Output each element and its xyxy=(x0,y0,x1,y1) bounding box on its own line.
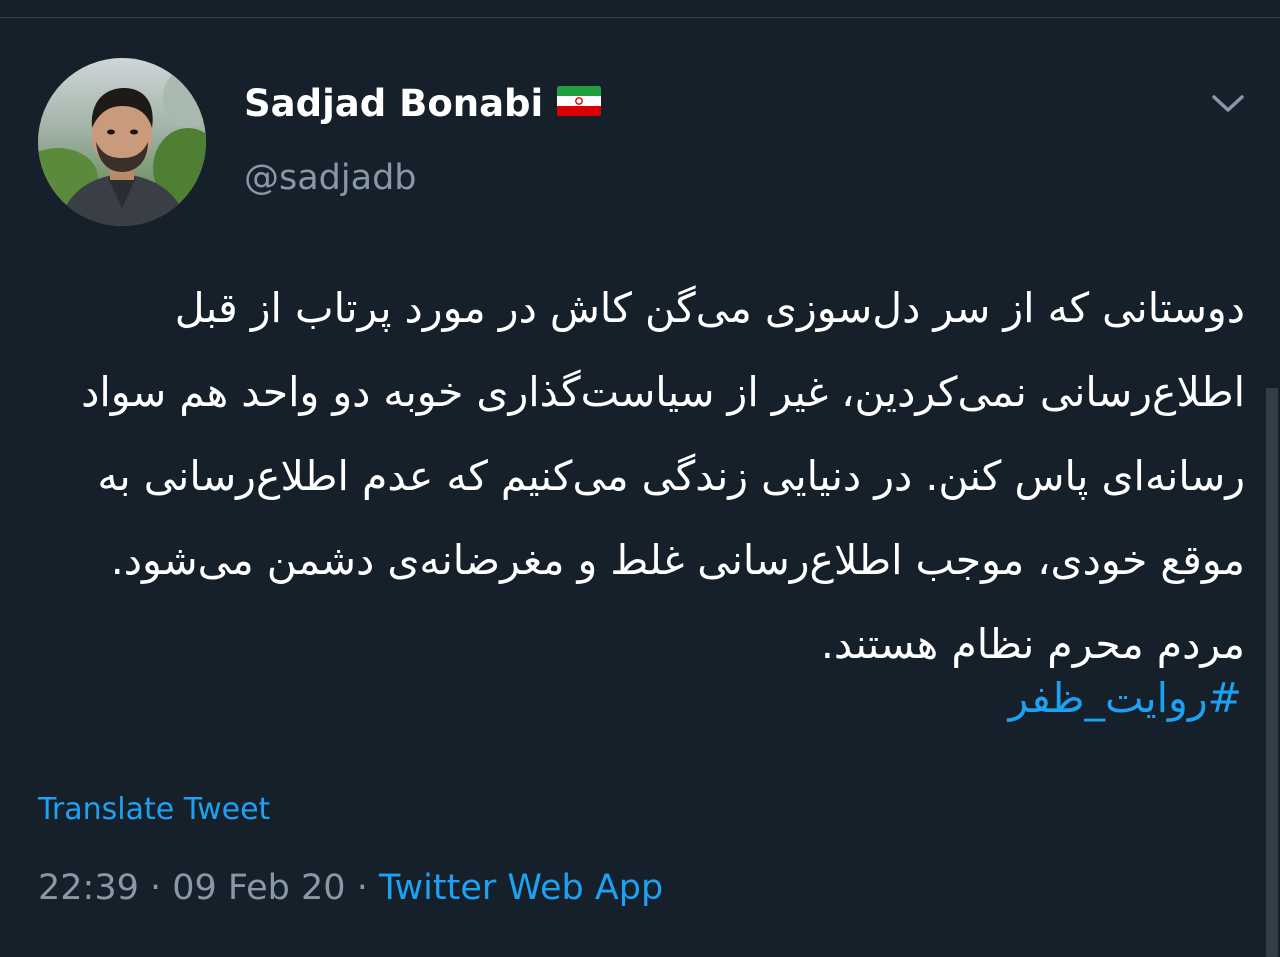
author-handle[interactable]: @sadjadb xyxy=(244,158,417,198)
scrollbar[interactable] xyxy=(1266,388,1278,957)
tweet-menu-button[interactable] xyxy=(1200,82,1256,126)
tweet-time: 22:39 xyxy=(38,868,139,908)
tweet-date: 09 Feb 20 xyxy=(172,868,346,908)
hashtag-link[interactable]: #روایت_ظفر xyxy=(1008,668,1242,728)
author-name[interactable]: Sadjad Bonabi xyxy=(244,82,543,125)
tweet-detail-view: Sadjad Bonabi @sadjadb دوستانی که از سر … xyxy=(0,0,1280,957)
chevron-down-icon xyxy=(1212,95,1244,112)
tweet-body: دوستانی که از سر دل‌سوزی می‌گن کاش در مو… xyxy=(81,284,1245,668)
meta-separator: · xyxy=(138,868,173,908)
iran-flag-icon xyxy=(557,82,602,125)
avatar-image xyxy=(38,58,206,226)
avatar[interactable] xyxy=(38,58,206,226)
tweet-source-link[interactable]: Twitter Web App xyxy=(379,868,663,908)
author-name-row[interactable]: Sadjad Bonabi xyxy=(244,82,602,125)
meta-separator: · xyxy=(345,868,379,908)
top-divider xyxy=(0,17,1280,18)
translate-tweet-link[interactable]: Translate Tweet xyxy=(38,792,270,827)
tweet-meta: 22:39 · 09 Feb 20 · Twitter Web App xyxy=(38,868,663,908)
